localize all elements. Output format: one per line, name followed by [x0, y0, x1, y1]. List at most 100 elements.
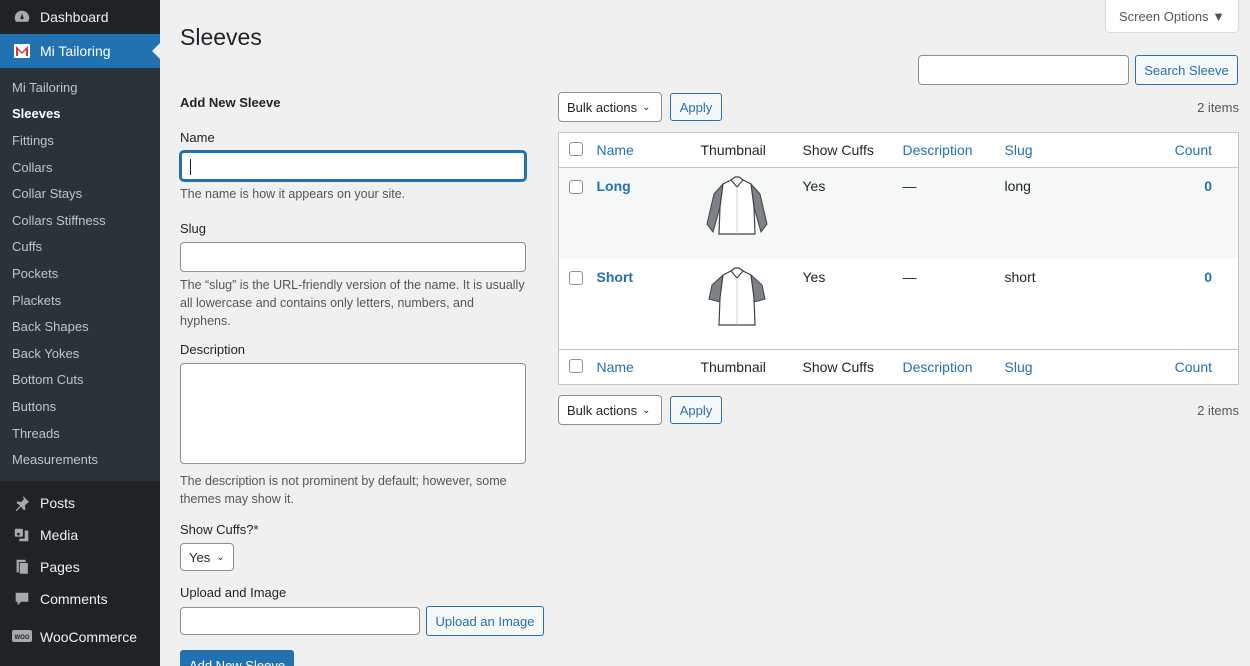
submenu-collars[interactable]: Collars [0, 154, 160, 181]
row-checkbox[interactable] [569, 180, 583, 194]
chevron-down-icon: ⌄ [642, 404, 651, 416]
upload-image-button[interactable]: Upload an Image [426, 606, 544, 636]
row-checkbox[interactable] [569, 270, 583, 285]
menu-mi-tailoring-label: Mi Tailoring [40, 43, 111, 59]
menu-posts-label: Posts [40, 494, 76, 511]
pin-icon [12, 493, 32, 513]
submenu-collar-stays[interactable]: Collar Stays [0, 180, 160, 207]
chevron-down-icon: ⌄ [642, 101, 651, 113]
items-count-bottom: 2 items [1197, 402, 1239, 418]
row-description: — [902, 268, 917, 285]
slug-help: The “slug” is the URL-friendly version o… [180, 278, 525, 328]
column-description-footer[interactable]: Description [903, 350, 1005, 385]
menu-comments[interactable]: Comments [0, 583, 160, 615]
description-help: The description is not prominent by defa… [180, 474, 507, 506]
items-count: 2 items [1197, 99, 1239, 115]
bulk-actions-select[interactable]: Bulk actions ⌄ [558, 92, 662, 122]
search-input[interactable] [918, 55, 1129, 85]
slug-label: Slug [180, 221, 207, 236]
column-name[interactable]: Name [597, 133, 701, 168]
description-field[interactable] [180, 363, 526, 464]
upload-row: Upload an Image [180, 606, 550, 636]
table-header-row: Name Thumbnail Show Cuffs Description Sl… [558, 133, 1239, 168]
screen-options-button[interactable]: Screen Options ▼ [1105, 0, 1239, 33]
submenu-mi-tailoring[interactable]: Mi Tailoring [0, 74, 160, 101]
bulk-actions-label-bottom: Bulk actions [567, 402, 638, 418]
tablenav-bottom: Bulk actions ⌄ Apply 2 items [558, 395, 1239, 425]
apply-button-bottom[interactable]: Apply [670, 396, 722, 424]
row-name-link[interactable]: Short [597, 269, 634, 285]
add-sleeve-form: Add New Sleeve Name The name is how it a… [180, 95, 550, 666]
table-row: Long Yes — long 0 [558, 167, 1239, 259]
upload-image-field[interactable] [180, 607, 420, 635]
menu-posts[interactable]: Posts [0, 487, 160, 519]
short-sleeve-shirt-icon [707, 266, 766, 326]
submenu-back-yokes[interactable]: Back Yokes [0, 340, 160, 367]
row-slug: short [1004, 268, 1036, 285]
row-count-link[interactable]: 0 [1204, 269, 1212, 285]
bulk-actions-select-bottom[interactable]: Bulk actions ⌄ [558, 395, 662, 425]
column-count[interactable]: Count [1150, 133, 1239, 168]
table-footer-row: Name Thumbnail Show Cuffs Description Sl… [558, 349, 1239, 385]
submenu-collars-stiffness[interactable]: Collars Stiffness [0, 207, 160, 234]
column-thumbnail: Thumbnail [700, 142, 766, 158]
main-content: Screen Options ▼ Sleeves Search Sleeve A… [160, 0, 1250, 666]
column-count-footer[interactable]: Count [1150, 350, 1239, 385]
submenu-pockets[interactable]: Pockets [0, 260, 160, 287]
menu-pages[interactable]: Pages [0, 551, 160, 583]
row-count-link[interactable]: 0 [1204, 178, 1212, 194]
show-cuffs-label: Show Cuffs?* [180, 522, 259, 537]
submenu-bottom-cuts[interactable]: Bottom Cuts [0, 367, 160, 394]
submenu-buttons[interactable]: Buttons [0, 393, 160, 420]
column-description[interactable]: Description [903, 133, 1005, 168]
column-slug-footer[interactable]: Slug [1005, 350, 1150, 385]
submenu-measurements[interactable]: Measurements [0, 446, 160, 473]
pages-icon [12, 557, 32, 577]
menu-dashboard-label: Dashboard [40, 9, 109, 25]
upload-label: Upload and Image [180, 585, 287, 600]
select-all-checkbox[interactable] [569, 141, 583, 156]
comment-icon [12, 589, 32, 609]
menu-woocommerce-label: WooCommerce [40, 628, 137, 645]
show-cuffs-select[interactable]: Yes ⌄ [180, 543, 234, 571]
submenu-back-shapes[interactable]: Back Shapes [0, 313, 160, 340]
apply-button[interactable]: Apply [670, 93, 722, 121]
sleeve-list: Bulk actions ⌄ Apply 2 items Name Thumbn… [558, 92, 1239, 425]
mi-tailoring-icon [12, 41, 32, 61]
select-all-checkbox-footer[interactable] [569, 358, 583, 373]
column-slug[interactable]: Slug [1005, 133, 1150, 168]
dashboard-icon [12, 7, 32, 27]
long-sleeve-shirt-icon [705, 176, 768, 235]
submenu-cuffs[interactable]: Cuffs [0, 234, 160, 261]
sleeve-table: Name Thumbnail Show Cuffs Description Sl… [558, 132, 1239, 385]
submenu-plackets[interactable]: Plackets [0, 287, 160, 314]
menu-media-label: Media [40, 526, 79, 543]
menu-mi-tailoring[interactable]: Mi Tailoring [0, 34, 160, 68]
column-name-footer[interactable]: Name [597, 350, 701, 385]
name-label: Name [180, 130, 215, 145]
slug-field[interactable] [180, 242, 526, 272]
name-help: The name is how it appears on your site. [180, 187, 406, 201]
admin-sidebar: Dashboard Mi Tailoring Mi Tailoring Slee… [0, 0, 160, 666]
search-sleeve-button[interactable]: Search Sleeve [1135, 55, 1238, 85]
row-name-link[interactable]: Long [597, 178, 631, 194]
chevron-down-icon: ⌄ [216, 551, 225, 563]
column-thumbnail-footer: Thumbnail [700, 359, 766, 375]
woo-icon: WOO [12, 627, 32, 647]
menu-dashboard[interactable]: Dashboard [0, 0, 160, 34]
column-show-cuffs-footer: Show Cuffs [802, 359, 874, 375]
menu-woocommerce[interactable]: WOO WooCommerce [0, 621, 160, 653]
submenu-fittings[interactable]: Fittings [0, 127, 160, 154]
page-title: Sleeves [180, 24, 262, 50]
add-new-sleeve-button[interactable]: Add New Sleeve [180, 650, 294, 666]
row-show-cuffs: Yes [802, 178, 826, 194]
mi-tailoring-submenu: Mi Tailoring Sleeves Fittings Collars Co… [0, 68, 160, 481]
menu-comments-label: Comments [40, 590, 108, 607]
menu-media[interactable]: Media [0, 519, 160, 551]
name-field[interactable] [180, 151, 526, 181]
woo-badge-text: WOO [15, 635, 30, 641]
table-row: Short Yes — short 0 [559, 259, 1239, 350]
submenu-sleeves[interactable]: Sleeves [0, 101, 160, 128]
text-caret [190, 159, 191, 175]
submenu-threads[interactable]: Threads [0, 420, 160, 447]
